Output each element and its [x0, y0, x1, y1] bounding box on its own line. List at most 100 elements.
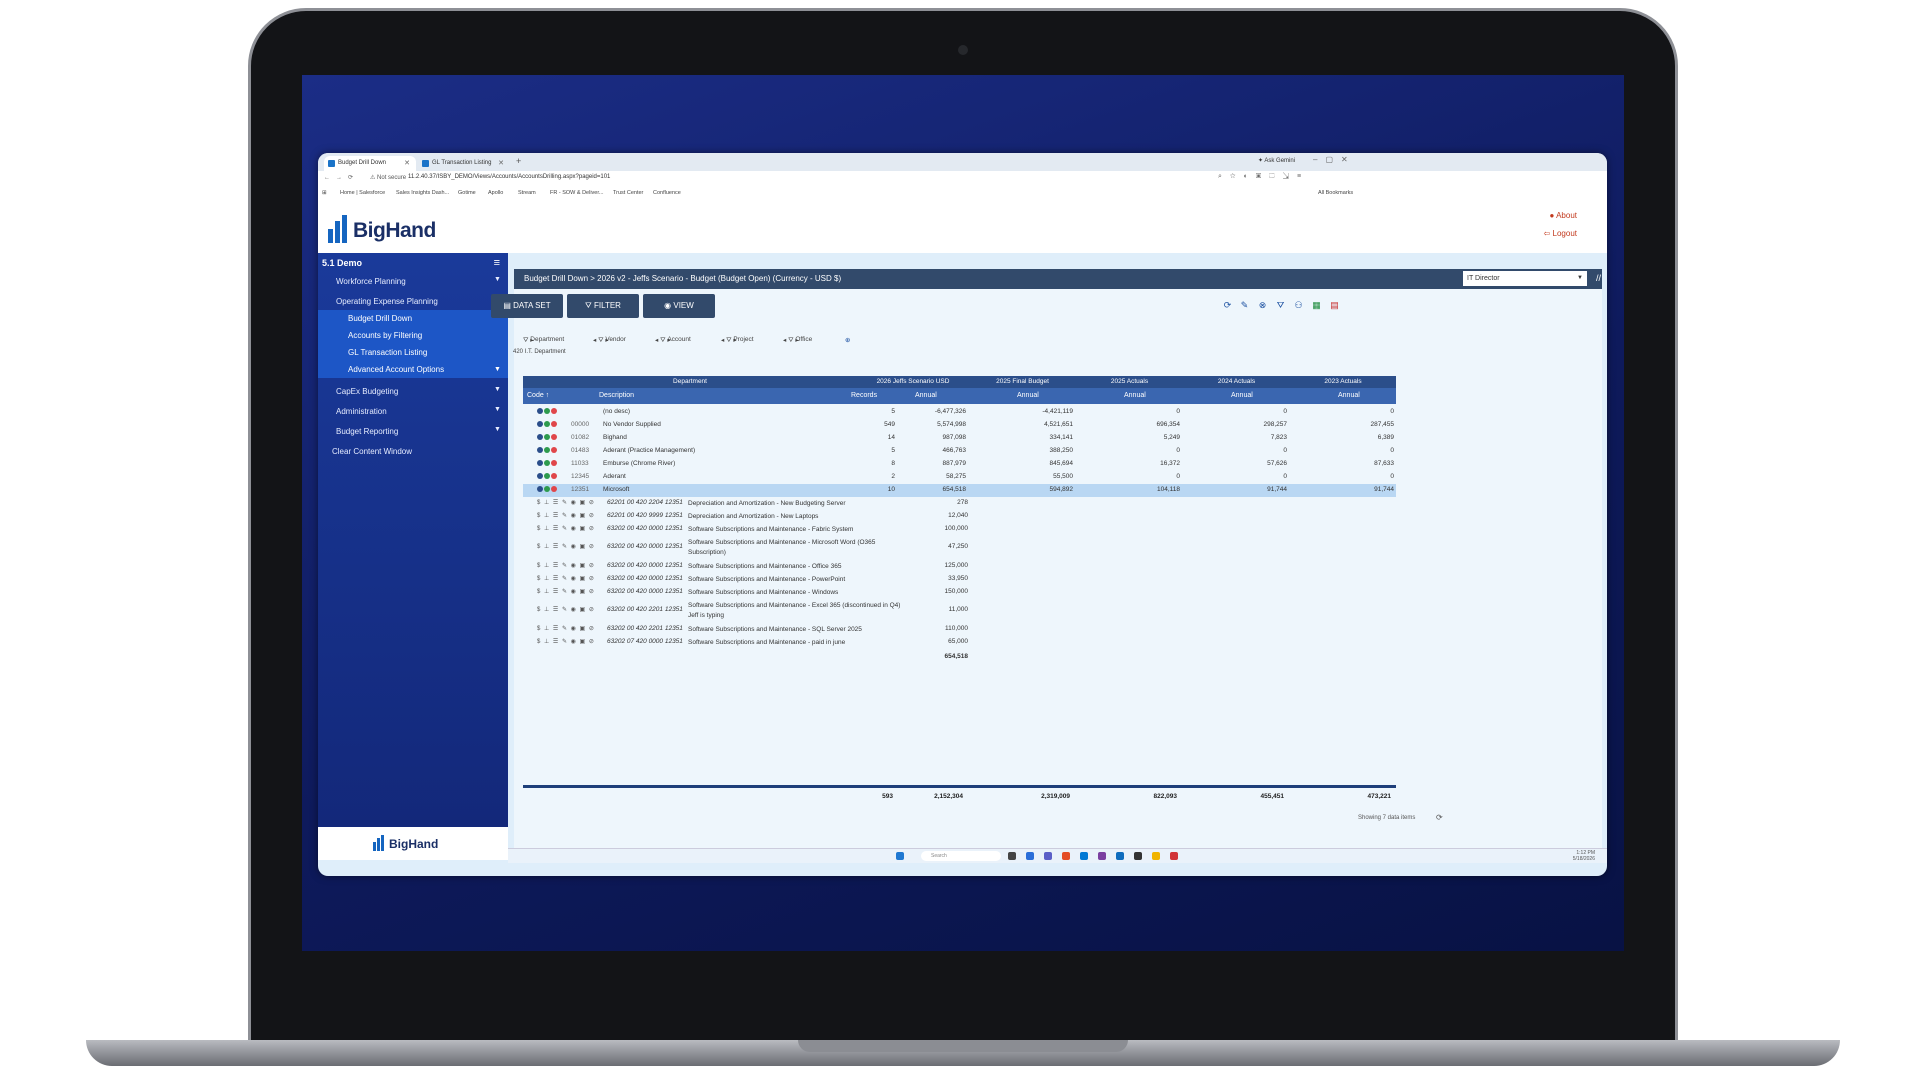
row-actions-icon[interactable]	[537, 486, 558, 494]
close-icon[interactable]: ✕	[404, 156, 410, 171]
col-description[interactable]: Description	[599, 388, 634, 404]
nav-arrows-icon[interactable]: ←→⟳	[324, 174, 359, 181]
outlook-icon[interactable]	[1116, 852, 1124, 860]
edit-icon[interactable]: ✎	[1238, 299, 1251, 312]
filter-office[interactable]: ◂ ⛛ Office ▸	[783, 336, 812, 345]
app-icon[interactable]	[1170, 852, 1178, 860]
row-actions-icon[interactable]	[537, 460, 558, 468]
bookmark-item[interactable]: Sales Insights Dash...	[396, 190, 449, 196]
detail-row[interactable]: $ ⊥ ☰ ✎ ◉ ▣ ⊘ 63202 00 420 2201 12351 Soft…	[523, 599, 1396, 623]
filter-vendor[interactable]: ◂ ⛛ Vendor ▸	[593, 336, 626, 345]
bookmark-item[interactable]: Home | Salesforce	[340, 190, 385, 196]
detail-actions-icon[interactable]: $ ⊥ ☰ ✎ ◉ ▣ ⊘	[537, 512, 595, 519]
pin-icon[interactable]: //	[1596, 273, 1601, 283]
detail-row[interactable]: $ ⊥ ☰ ✎ ◉ ▣ ⊘ 62201 00 420 9999 12351 Depr…	[523, 510, 1396, 523]
table-row[interactable]: 01483 Aderant (Practice Management) 5 466,7…	[523, 445, 1396, 458]
filter-icon[interactable]: ⛛	[1274, 299, 1287, 312]
sidebar-item-reporting[interactable]: Budget Reporting ▼	[336, 426, 501, 436]
logout-link[interactable]: ⇦ Logout	[1544, 229, 1577, 238]
col-annual[interactable]: Annual	[1017, 388, 1039, 404]
bookmark-item[interactable]: Apollo	[488, 190, 503, 196]
table-row[interactable]: 12351 Microsoft 10 654,518 594,892 104,118 91,…	[523, 484, 1396, 497]
bookmark-item[interactable]: Stream	[518, 190, 536, 196]
sidebar-subitem-advanced[interactable]: Advanced Account Options ▼	[318, 361, 508, 378]
browser-actions-icon[interactable]: ⌕☆◐▣⬚⇲≡	[1218, 173, 1309, 181]
detail-row[interactable]: $ ⊥ ☰ ✎ ◉ ▣ ⊘ 63202 00 420 0000 12351 Soft…	[523, 536, 1396, 560]
url-input[interactable]: 11.2.40.37/ISBY_DEMO/Views/Accounts/Acco…	[408, 174, 610, 180]
app-icon[interactable]	[1098, 852, 1106, 860]
col-annual[interactable]: Annual	[915, 388, 937, 404]
detail-actions-icon[interactable]: $ ⊥ ☰ ✎ ◉ ▣ ⊘	[537, 543, 595, 550]
pdf-icon[interactable]: ▤	[1328, 299, 1341, 312]
taskview-icon[interactable]	[1008, 852, 1016, 860]
row-actions-icon[interactable]	[537, 408, 558, 416]
filter-department[interactable]: ⛛ Department ▸	[523, 336, 564, 345]
sidebar-item-administration[interactable]: Administration ▼	[336, 406, 501, 416]
detail-actions-icon[interactable]: $ ⊥ ☰ ✎ ◉ ▣ ⊘	[537, 499, 595, 506]
sidebar-subitem-accounts-filtering[interactable]: Accounts by Filtering	[318, 327, 508, 344]
detail-row[interactable]: $ ⊥ ☰ ✎ ◉ ▣ ⊘ 63202 07 420 0000 12351 Soft…	[523, 636, 1396, 649]
users-icon[interactable]: ⚇	[1292, 299, 1305, 312]
horizontal-scrollbar[interactable]	[523, 785, 1396, 788]
role-select[interactable]: IT Director ▼	[1463, 271, 1587, 286]
excel-icon[interactable]: ▦	[1310, 299, 1323, 312]
sidebar-subitem-drill-down[interactable]: Budget Drill Down	[318, 310, 508, 327]
detail-row[interactable]: $ ⊥ ☰ ✎ ◉ ▣ ⊘ 63202 00 420 2201 12351 Soft…	[523, 623, 1396, 636]
close-icon[interactable]: ✕	[498, 156, 504, 171]
add-filter-icon[interactable]: ⊕	[845, 336, 850, 344]
col-annual[interactable]: Annual	[1338, 388, 1360, 404]
detail-actions-icon[interactable]: $ ⊥ ☰ ✎ ◉ ▣ ⊘	[537, 625, 595, 632]
reload-icon[interactable]: ⟳	[1436, 813, 1443, 822]
detail-actions-icon[interactable]: $ ⊥ ☰ ✎ ◉ ▣ ⊘	[537, 562, 595, 569]
edge-icon[interactable]	[1080, 852, 1088, 860]
hamburger-icon[interactable]: ≡	[494, 257, 500, 269]
dataset-button[interactable]: ▤ DATA SET	[491, 294, 563, 318]
col-annual[interactable]: Annual	[1124, 388, 1146, 404]
filter-project[interactable]: ◂ ⛛ Project ▸	[721, 336, 754, 345]
sidebar-subitem-gl-listing[interactable]: GL Transaction Listing	[318, 344, 508, 361]
taskbar-search[interactable]: Search	[921, 851, 1001, 861]
col-code[interactable]: Code ↑	[527, 388, 549, 404]
table-row[interactable]: 11033 Emburse (Chrome River) 8 887,979 845,6…	[523, 458, 1396, 471]
all-bookmarks-link[interactable]: All Bookmarks	[1318, 190, 1353, 196]
refresh-icon[interactable]: ⟳	[1221, 299, 1234, 312]
explorer-icon[interactable]	[1152, 852, 1160, 860]
detail-row[interactable]: $ ⊥ ☰ ✎ ◉ ▣ ⊘ 63202 00 420 0000 12351 Soft…	[523, 560, 1396, 573]
table-row[interactable]: (no desc) 5 -6,477,326 -4,421,119 0 0 0	[523, 406, 1396, 419]
table-row[interactable]: 12345 Aderant 2 58,275 55,500 0 0 0	[523, 471, 1396, 484]
detail-actions-icon[interactable]: $ ⊥ ☰ ✎ ◉ ▣ ⊘	[537, 606, 595, 613]
ask-gemini-button[interactable]: ✦ Ask Gemini	[1258, 157, 1295, 164]
detail-row[interactable]: $ ⊥ ☰ ✎ ◉ ▣ ⊘ 63202 00 420 0000 12351 Soft…	[523, 523, 1396, 536]
sidebar-item-clear-content[interactable]: Clear Content Window	[332, 447, 412, 456]
view-button[interactable]: ◉ VIEW	[643, 294, 715, 318]
apps-icon[interactable]: ⊞	[322, 190, 327, 196]
col-records[interactable]: Records	[851, 388, 877, 404]
row-actions-icon[interactable]	[537, 473, 558, 481]
detail-actions-icon[interactable]: $ ⊥ ☰ ✎ ◉ ▣ ⊘	[537, 588, 595, 595]
sidebar-item-capex[interactable]: CapEx Budgeting ▼	[336, 386, 501, 396]
detail-actions-icon[interactable]: $ ⊥ ☰ ✎ ◉ ▣ ⊘	[537, 525, 595, 532]
filter-button[interactable]: ⛛ FILTER	[567, 294, 639, 318]
new-tab-icon[interactable]: +	[516, 156, 521, 166]
detail-row[interactable]: $ ⊥ ☰ ✎ ◉ ▣ ⊘ 63202 00 420 0000 12351 Soft…	[523, 573, 1396, 586]
detail-actions-icon[interactable]: $ ⊥ ☰ ✎ ◉ ▣ ⊘	[537, 575, 595, 582]
detail-row[interactable]: $ ⊥ ☰ ✎ ◉ ▣ ⊘ 62201 00 420 2204 12351 Depr…	[523, 497, 1396, 510]
app-icon[interactable]	[1026, 852, 1034, 860]
col-annual[interactable]: Annual	[1231, 388, 1253, 404]
table-row[interactable]: 00000 No Vendor Supplied 549 5,574,998 4,521…	[523, 419, 1396, 432]
window-controls-icon[interactable]: –▢✕	[1313, 155, 1356, 164]
start-icon[interactable]	[896, 852, 904, 860]
detail-actions-icon[interactable]: $ ⊥ ☰ ✎ ◉ ▣ ⊘	[537, 638, 595, 645]
row-actions-icon[interactable]	[537, 447, 558, 455]
bookmark-item[interactable]: Trust Center	[613, 190, 643, 196]
row-actions-icon[interactable]	[537, 421, 558, 429]
browser-tab-active[interactable]: Budget Drill Down ✕	[324, 156, 416, 171]
row-actions-icon[interactable]	[537, 434, 558, 442]
bookmark-item[interactable]: Gotime	[458, 190, 476, 196]
table-row[interactable]: 01082 Bighand 14 987,098 334,141 5,249 7,823 6,…	[523, 432, 1396, 445]
detail-row[interactable]: $ ⊥ ☰ ✎ ◉ ▣ ⊘ 63202 00 420 0000 12351 Soft…	[523, 586, 1396, 599]
bookmark-item[interactable]: Confluence	[653, 190, 681, 196]
bookmark-item[interactable]: FR - SOW & Deliver...	[550, 190, 603, 196]
teams-icon[interactable]	[1044, 852, 1052, 860]
clear-filter-icon[interactable]: ⊗	[1256, 299, 1269, 312]
